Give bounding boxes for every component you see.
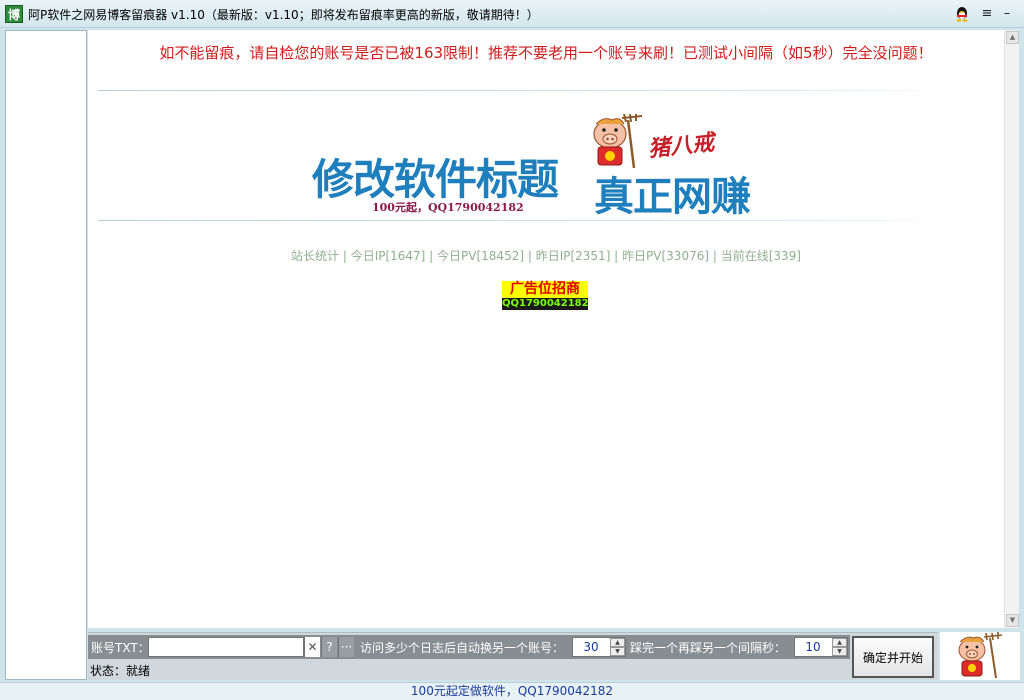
site-stats-link[interactable]: 站长统计 | 今日IP[1647] | 今日PV[18452] | 昨日IP[2… [88,247,1004,264]
stepper-down-icon[interactable]: ▼ [610,647,625,656]
window-title: 阿P软件之网易博客留痕器 v1.10（最新版：v1.10；即将发布留痕率更高的新… [28,8,539,22]
divider-top [98,90,953,91]
status-text: 状态：就绪 [90,664,151,678]
banner-slogan: 真正网赚 [594,173,751,220]
stepper-up-icon[interactable]: ▲ [832,638,847,647]
switch-account-label: 访问多少个日志后自动换另一个账号： [360,641,565,655]
left-side-panel [5,30,87,680]
title-bar[interactable]: 博 阿P软件之网易博客留痕器 v1.10（最新版：v1.10；即将发布留痕率更高… [0,0,1024,28]
footer-ad-link[interactable]: 100元起定做软件，QQ1790042182 [0,682,1024,700]
ad-slot[interactable]: 广告位招商 QQ1790042182 [502,281,589,310]
divider-bottom [98,220,953,221]
start-button[interactable]: 确定并开始 [852,636,934,678]
ad-contact: QQ1790042182 [502,298,589,310]
help-button[interactable]: ? [321,637,337,657]
qq-penguin-icon[interactable] [953,5,971,23]
minimize-icon[interactable]: – [998,5,1016,23]
interval-input[interactable] [795,638,831,656]
browse-button[interactable]: ··· [338,637,354,657]
banner-subtitle: 100元起，QQ1790042182 [372,201,524,214]
clear-icon[interactable]: ✕ [304,637,320,657]
control-panel: 账号TXT： ✕ ? ··· 访问多少个日志后自动换另一个账号： ▲ ▼ 踩完一… [88,632,938,680]
stepper-up-icon[interactable]: ▲ [610,638,625,647]
interval-stepper[interactable]: ▲ ▼ [794,637,848,657]
account-file-input[interactable] [148,637,304,657]
pig-mascot-icon [958,632,1003,679]
vertical-scrollbar[interactable]: ▲ ▼ [1004,30,1019,628]
menu-lines-icon[interactable]: ≡ [978,5,996,23]
status-bar: 状态：就绪 [88,660,850,680]
banner-brand: 猪八戒 [647,129,716,163]
app-icon: 博 [5,5,23,23]
main-content: 如不能留痕，请自检您的账号是否已被163限制！推荐不要老用一个账号来刷！已测试小… [88,30,1004,628]
banner-title: 修改软件标题 [312,155,559,204]
stepper-down-icon[interactable]: ▼ [832,647,847,656]
switch-count-stepper[interactable]: ▲ ▼ [572,637,626,657]
interval-label: 踩完一个再踩另一个间隔秒： [630,641,787,655]
settings-row: 账号TXT： ✕ ? ··· 访问多少个日志后自动换另一个账号： ▲ ▼ 踩完一… [88,635,850,659]
scroll-up-icon[interactable]: ▲ [1006,31,1019,44]
scroll-down-icon[interactable]: ▼ [1006,614,1019,627]
notice-text: 如不能留痕，请自检您的账号是否已被163限制！推荐不要老用一个账号来刷！已测试小… [159,44,933,62]
ad-banner[interactable]: 修改软件标题 100元起，QQ1790042182 猪八戒 真正网赚 [88,92,1004,220]
corner-logo [940,632,1020,680]
account-file-label: 账号TXT： [91,641,150,655]
switch-count-input[interactable] [573,638,609,656]
ad-title: 广告位招商 [502,281,588,298]
